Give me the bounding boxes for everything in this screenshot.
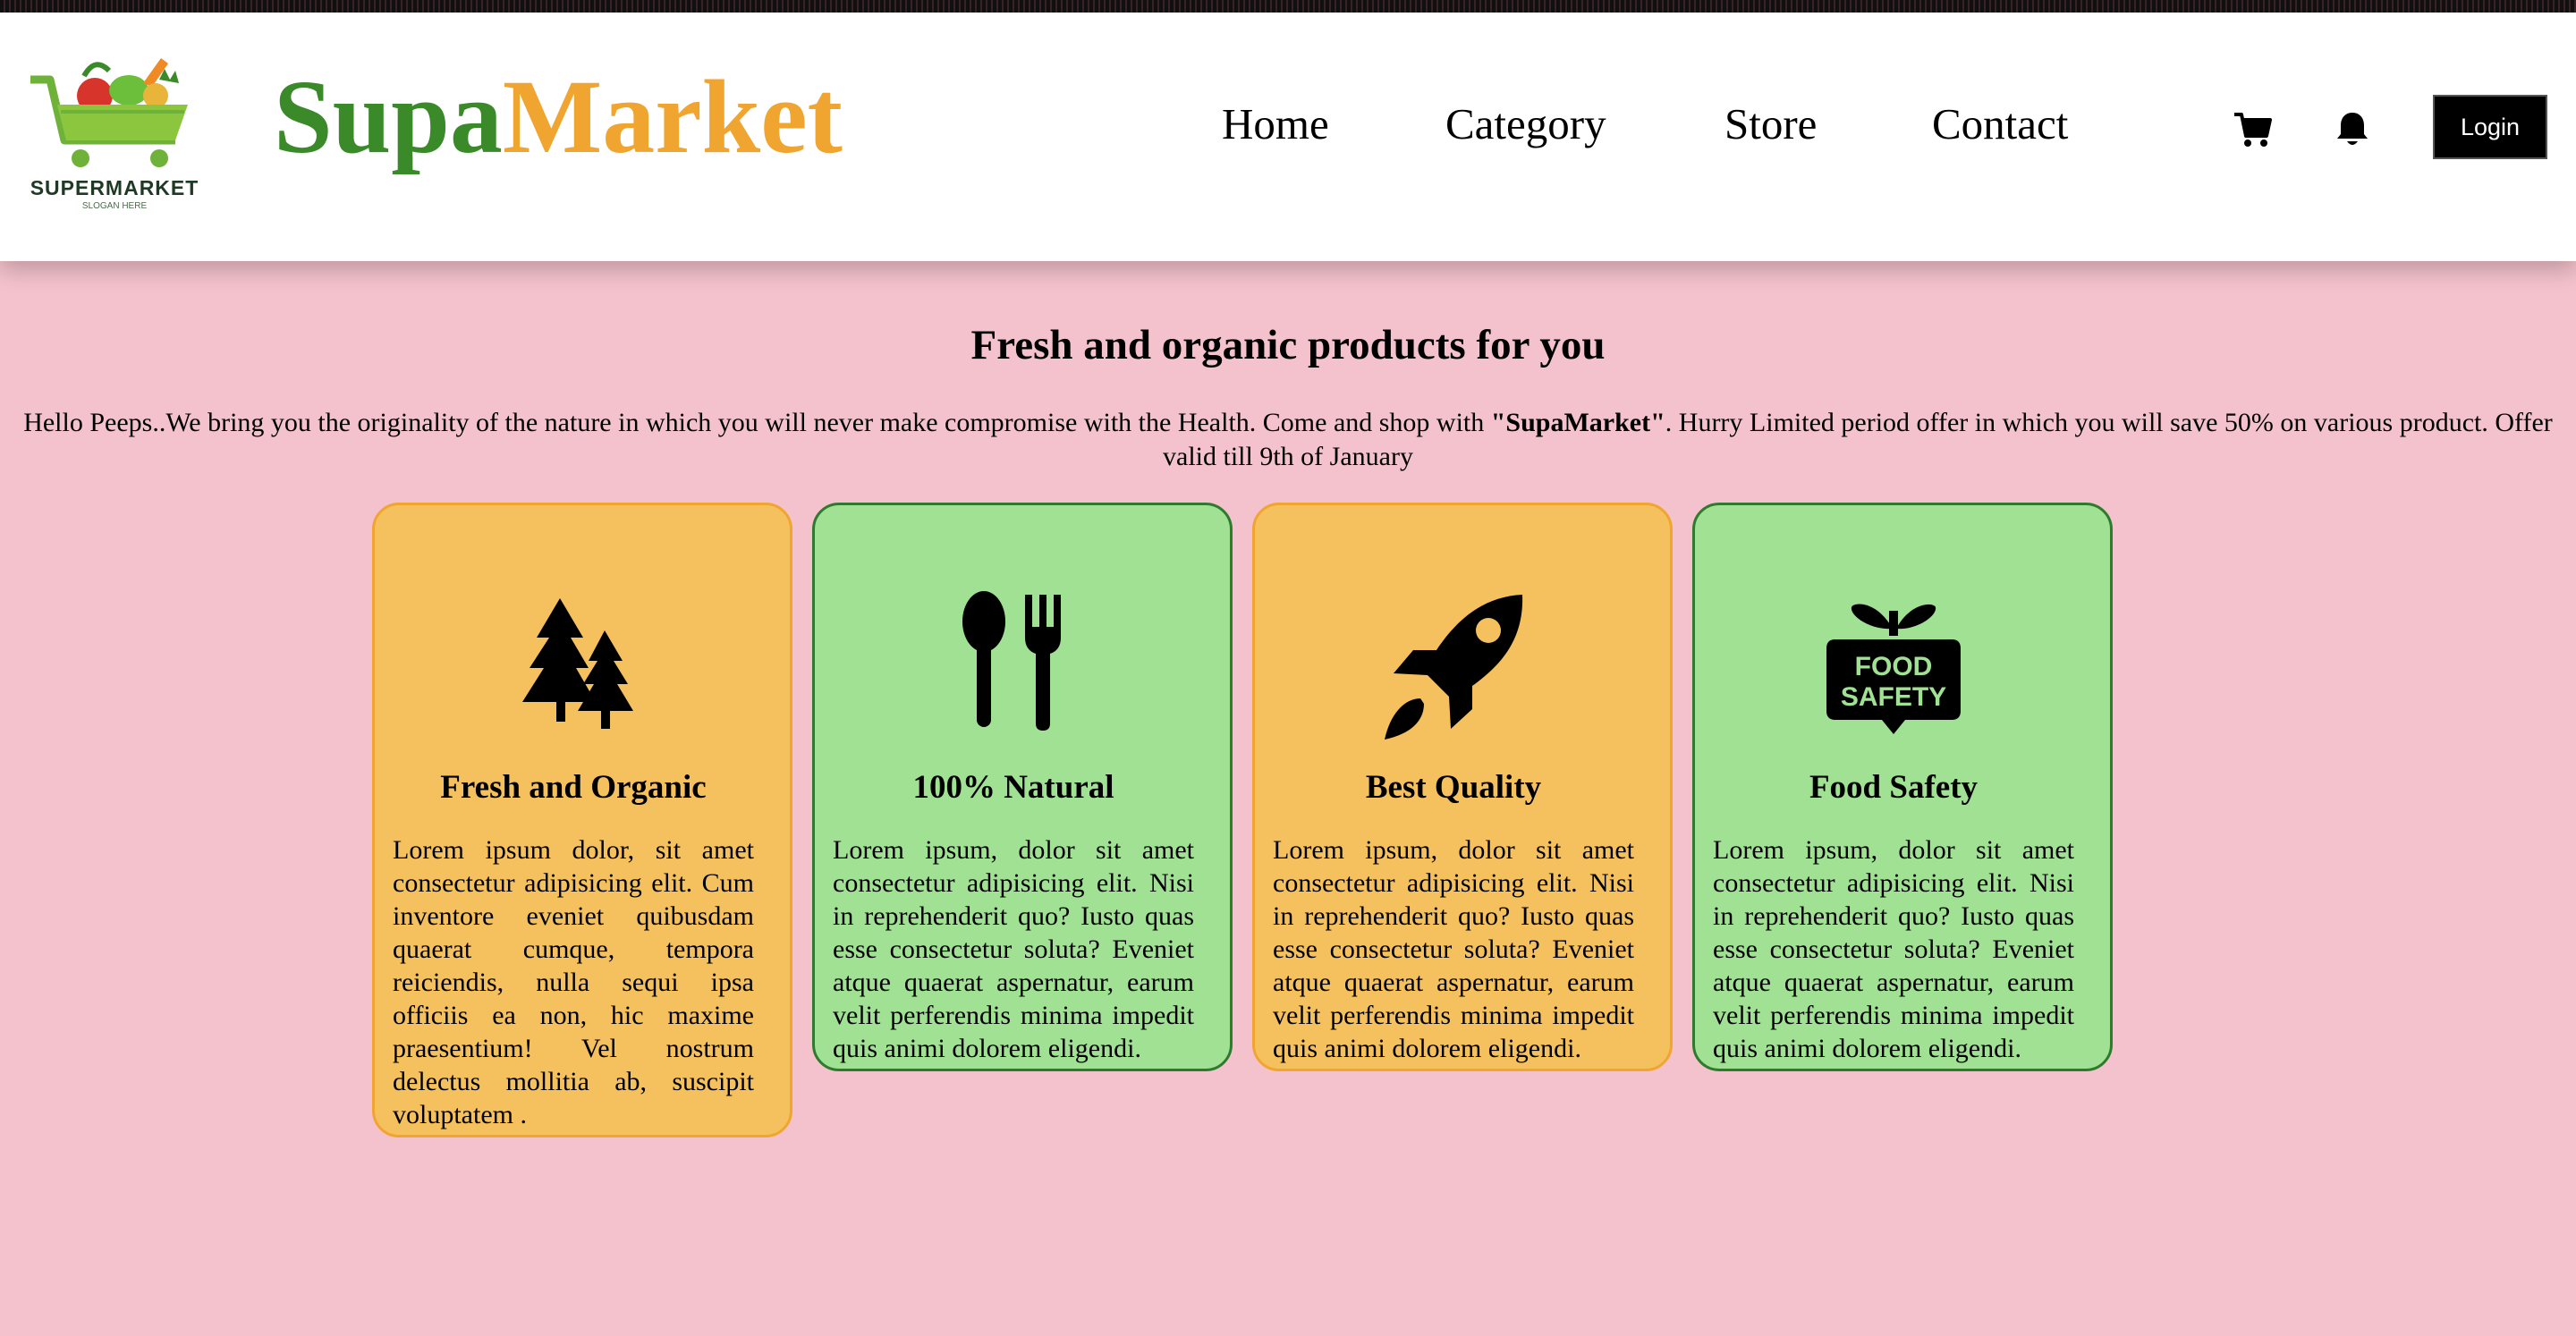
supermarket-logo[interactable]: SUPERMARKET SLOGAN HERE (25, 53, 204, 232)
intro-paragraph: Hello Peeps..We bring you the originalit… (20, 406, 2556, 474)
nav-home[interactable]: Home (1222, 98, 1329, 149)
card-text: Lorem ipsum, dolor sit amet consectetur … (1713, 835, 2074, 1063)
intro-text-a: Hello Peeps..We bring you the originalit… (23, 408, 1491, 437)
nav-contact[interactable]: Contact (1932, 98, 2068, 149)
feature-card-food-safety: FOOD SAFETY Food Safety Lorem ipsum, dol… (1692, 503, 2113, 1071)
brand-part-supa: Supa (274, 58, 503, 175)
brand-title[interactable]: SupaMarket (274, 59, 843, 175)
feature-card-natural: 100% Natural Lorem ipsum, dolor sit amet… (812, 503, 1233, 1071)
card-title: 100% Natural (912, 769, 1114, 806)
food-safety-badge-text: FOOD (1855, 652, 1933, 681)
page-headline: Fresh and organic products for you (970, 322, 1606, 369)
nav-store[interactable]: Store (1724, 98, 1817, 149)
card-title: Best Quality (1365, 769, 1542, 806)
card-title: Food Safety (1809, 769, 1979, 806)
feature-card-fresh-organic: Fresh and Organic Lorem ipsum dolor, sit… (372, 503, 792, 1137)
card-text: Lorem ipsum, dolor sit amet consectetur … (833, 835, 1194, 1063)
nav-category[interactable]: Category (1445, 98, 1606, 149)
shopping-basket-logo-icon (30, 58, 188, 167)
logo-slogan: SLOGAN HERE (81, 201, 148, 211)
intro-brand-name: "SupaMarket" (1490, 408, 1665, 437)
card-text: Lorem ipsum dolor, sit amet consectetur … (393, 835, 754, 1129)
food-safety-badge-text: SAFETY (1841, 682, 1946, 712)
login-button[interactable]: Login (2433, 95, 2547, 159)
rocket-icon (1385, 595, 1523, 740)
logo-text: SUPERMARKET (30, 176, 199, 199)
notification-bell-icon[interactable] (2333, 109, 2372, 148)
spoon-fork-icon (962, 591, 1061, 731)
feature-card-best-quality: Best Quality Lorem ipsum, dolor sit amet… (1252, 503, 1673, 1071)
food-safety-icon: FOOD SAFETY (1826, 604, 1961, 734)
top-border-strip (0, 0, 2576, 13)
brand-part-market: Market (502, 58, 843, 175)
shopping-cart-icon[interactable] (2233, 109, 2272, 148)
site-header: SUPERMARKET SLOGAN HERE SupaMarket Home … (0, 13, 2576, 261)
trees-icon (522, 598, 633, 729)
card-text: Lorem ipsum, dolor sit amet consectetur … (1273, 835, 1634, 1063)
card-title: Fresh and Organic (440, 769, 707, 806)
